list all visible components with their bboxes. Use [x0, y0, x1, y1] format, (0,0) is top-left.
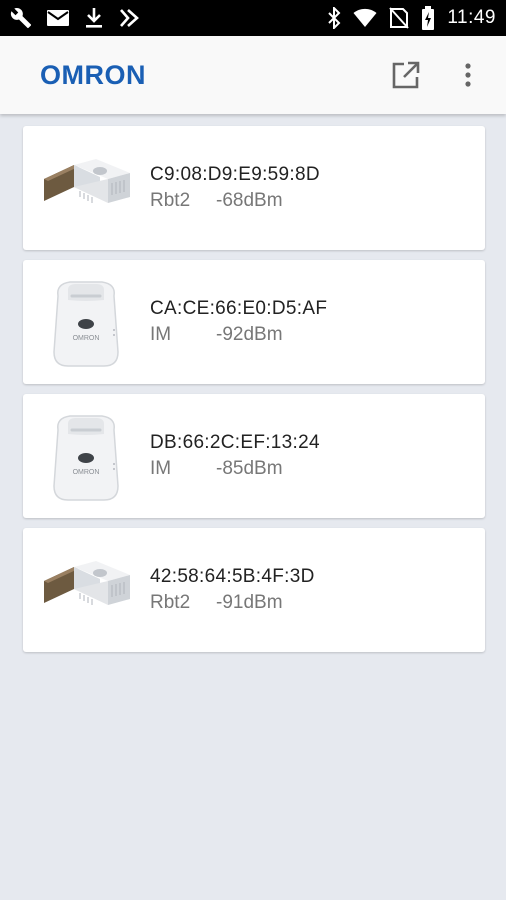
- more-options-button[interactable]: [452, 59, 484, 91]
- mail-icon: [46, 8, 70, 28]
- device-type: IM: [150, 324, 172, 345]
- device-mac-address: CA:CE:66:E0:D5:AF: [150, 298, 328, 319]
- download-icon: [84, 7, 104, 29]
- app-bar: OMRON: [0, 36, 506, 114]
- device-rssi: -92dBm: [216, 324, 283, 345]
- usb-dongle-sensor-image: [23, 528, 149, 652]
- svg-text:OMRON: OMRON: [73, 469, 100, 476]
- device-mac-address: C9:08:D9:E9:59:8D: [150, 164, 320, 185]
- svg-text:OMRON: OMRON: [73, 335, 100, 342]
- device-mac-address: 42:58:64:5B:4F:3D: [150, 566, 315, 587]
- device-card[interactable]: OMRON CA:CE:66:E0:D5:AF IM -92dBm: [23, 260, 485, 384]
- device-rssi: -85dBm: [216, 458, 283, 479]
- device-type: Rbt2: [150, 592, 191, 613]
- device-list: C9:08:D9:E9:59:8D Rbt2 -68dBm OMRON CA:C…: [23, 126, 485, 662]
- device-type: IM: [150, 458, 172, 479]
- usb-dongle-sensor-image: [23, 126, 149, 250]
- battery-charging-icon: [421, 6, 435, 30]
- device-card[interactable]: OMRON DB:66:2C:EF:13:24 IM -85dBm: [23, 394, 485, 518]
- bag-shaped-sensor-image: OMRON: [23, 260, 149, 384]
- device-mac-address: DB:66:2C:EF:13:24: [150, 432, 320, 453]
- bag-shaped-sensor-image: OMRON: [23, 394, 149, 518]
- device-card[interactable]: C9:08:D9:E9:59:8D Rbt2 -68dBm: [23, 126, 485, 250]
- more-vert-icon: [465, 63, 471, 87]
- device-rssi: -68dBm: [216, 190, 283, 211]
- status-time: 11:49: [447, 7, 496, 28]
- device-type: Rbt2: [150, 190, 191, 211]
- wrench-icon: [10, 7, 32, 29]
- status-bar: 11:49: [0, 0, 506, 36]
- device-card[interactable]: 42:58:64:5B:4F:3D Rbt2 -91dBm: [23, 528, 485, 652]
- checkmark-icon: [118, 7, 140, 29]
- no-sim-icon: [389, 7, 410, 29]
- wifi-icon: [353, 8, 377, 28]
- open-external-button[interactable]: [390, 59, 422, 91]
- device-rssi: -91dBm: [216, 592, 283, 613]
- omron-logo: OMRON: [40, 59, 146, 90]
- open-external-icon: [392, 61, 420, 89]
- bluetooth-icon: [327, 7, 341, 29]
